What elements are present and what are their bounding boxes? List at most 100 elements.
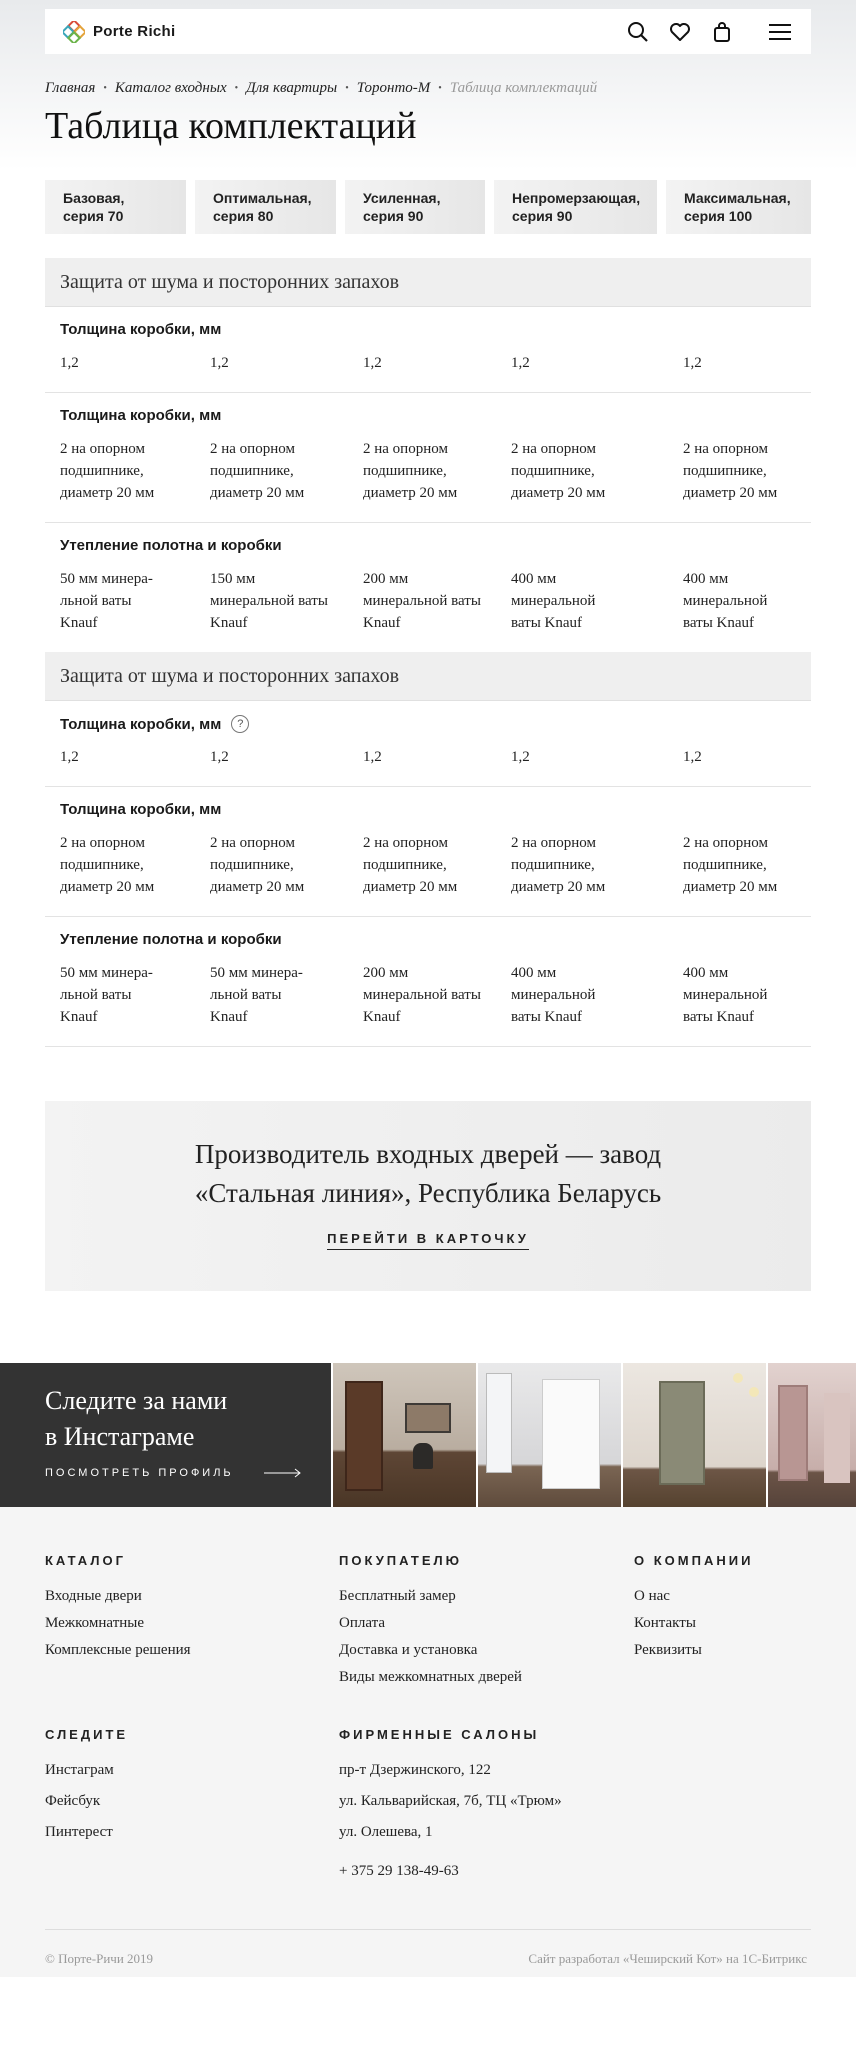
footer-link[interactable]: Пинтерест: [45, 1824, 113, 1841]
logo-icon: [63, 20, 85, 43]
footer-link[interactable]: Инстаграм: [45, 1762, 114, 1779]
tab-series-70[interactable]: Базовая, серия 70: [45, 180, 186, 234]
site-footer: КАТАЛОГ Входные двери Межкомнатные Компл…: [0, 1507, 856, 1977]
table-cell: 200 мм минеральной ваты Knauf: [363, 571, 481, 631]
table-cell: 2 на опорном подшипнике, диаметр 20 мм: [511, 835, 606, 895]
footer-heading-salons: ФИРМЕННЫЕ САЛОНЫ: [339, 1727, 540, 1742]
row-title: Толщина коробки, мм ?: [60, 715, 250, 733]
instagram-promo: Следите за нами в Инстаграме ПОСМОТРЕТЬ …: [0, 1363, 331, 1507]
footer-link[interactable]: пр-т Дзержинского, 122: [339, 1762, 491, 1779]
logo[interactable]: Porte Richi: [63, 20, 176, 43]
breadcrumb-current: Таблица комплектаций: [449, 80, 598, 96]
table-cell: 2 на опорном подшипнике, диаметр 20 мм: [683, 441, 778, 501]
arrow-right-icon: [263, 1468, 301, 1478]
search-icon[interactable]: [627, 21, 649, 43]
table-cell: 1,2: [511, 749, 530, 765]
developer-credit[interactable]: Сайт разработал «Чеширский Кот» на 1С-Би…: [528, 1951, 807, 1967]
footer-link[interactable]: ул. Олешева, 1: [339, 1824, 433, 1841]
footer-heading-catalog: КАТАЛОГ: [45, 1553, 126, 1568]
brand-name: Porte Richi: [93, 23, 176, 40]
section-title: Защита от шума и посторонних запахов: [45, 652, 811, 701]
footer-link[interactable]: Фейсбук: [45, 1793, 100, 1810]
footer-link[interactable]: Бесплатный замер: [339, 1588, 456, 1605]
breadcrumb-catalog[interactable]: Каталог входных: [115, 80, 227, 97]
row-title: Утепление полотна и коробки: [60, 537, 282, 554]
table-cell: 400 мм минеральной ваты Knauf: [683, 571, 768, 631]
footer-link[interactable]: Доставка и установка: [339, 1642, 477, 1659]
view-profile-link[interactable]: ПОСМОТРЕТЬ ПРОФИЛЬ: [45, 1467, 302, 1479]
footer-heading-follow: СЛЕДИТЕ: [45, 1727, 129, 1742]
table-cell: 2 на опорном подшипнике, диаметр 20 мм: [363, 441, 458, 501]
tab-series-80[interactable]: Оптимальная, серия 80: [195, 180, 336, 234]
table-cell: 2 на опорном подшипнике, диаметр 20 мм: [511, 441, 606, 501]
table-cell: 2 на опорном подшипнике, диаметр 20 мм: [210, 441, 305, 501]
table-cell: 1,2: [60, 749, 79, 765]
table-row: Утепление полотна и коробки 50 мм минера…: [45, 523, 811, 652]
section-title: Защита от шума и посторонних запахов: [45, 258, 811, 307]
footer-heading-company: О КОМПАНИИ: [634, 1553, 754, 1568]
table-cell: 200 мм минеральной ваты Knauf: [363, 965, 481, 1025]
breadcrumb-apartment[interactable]: Для квартиры: [246, 80, 337, 97]
footer-link[interactable]: Межкомнатные: [45, 1615, 144, 1632]
table-cell: 150 мм минеральной ваты Knauf: [210, 571, 328, 631]
table-row: Толщина коробки, мм 2 на опорном подшипни…: [45, 393, 811, 523]
breadcrumb-product[interactable]: Торонто-М: [357, 80, 431, 97]
table-cell: 400 мм минеральной ваты Knauf: [683, 965, 768, 1025]
table-row: Толщина коробки, мм ? 1,2 1,2 1,2 1,2 1,…: [45, 701, 811, 787]
instagram-photo[interactable]: [621, 1363, 766, 1507]
table-cell: 50 мм минера-льной ваты Knauf: [210, 965, 303, 1025]
instagram-photo[interactable]: [476, 1363, 621, 1507]
footer-link[interactable]: Реквизиты: [634, 1642, 702, 1659]
footer-heading-buyer: ПОКУПАТЕЛЮ: [339, 1553, 463, 1568]
table-cell: 1,2: [683, 355, 702, 371]
footer-link[interactable]: Оплата: [339, 1615, 385, 1632]
divider: [45, 1929, 811, 1930]
tab-series-90-frostproof[interactable]: Непромерзающая, серия 90: [494, 180, 657, 234]
heart-icon[interactable]: [669, 21, 691, 43]
table-cell: 2 на опорном подшипнике, диаметр 20 мм: [683, 835, 778, 895]
table-cell: 400 мм минеральной ваты Knauf: [511, 571, 596, 631]
series-tabs: Базовая, серия 70 Оптимальная, серия 80 Ус…: [45, 180, 811, 234]
table-cell: 1,2: [363, 355, 382, 371]
table-row: Толщина коробки, мм 1,2 1,2 1,2 1,2 1,2: [45, 307, 811, 393]
go-to-card-link[interactable]: ПЕРЕЙТИ В КАРТОЧКУ: [327, 1231, 529, 1250]
manufacturer-promo: Производитель входных дверей — завод «Ст…: [45, 1101, 811, 1291]
copyright: © Порте-Ричи 2019: [45, 1951, 154, 1966]
instagram-photo[interactable]: [331, 1363, 476, 1507]
table-cell: 2 на опорном подшипнике, диаметр 20 мм: [363, 835, 458, 895]
row-title: Толщина коробки, мм: [60, 801, 222, 818]
site-header: Porte Richi: [45, 9, 811, 54]
footer-link[interactable]: Контакты: [634, 1615, 696, 1632]
table-cell: 1,2: [683, 749, 702, 765]
footer-link[interactable]: Виды межкомнатных дверей: [339, 1669, 522, 1686]
row-title: Толщина коробки, мм: [60, 407, 222, 424]
table-cell: 50 мм минера-льной ваты Knauf: [60, 965, 153, 1025]
instagram-title: Следите за нами в Инстаграме: [45, 1386, 228, 1451]
table-cell: 2 на опорном подшипнике, диаметр 20 мм: [210, 835, 305, 895]
table-row: Толщина коробки, мм 2 на опорном подшипни…: [45, 787, 811, 917]
instagram-photo[interactable]: [766, 1363, 856, 1507]
footer-link[interactable]: О нас: [634, 1588, 670, 1605]
help-icon[interactable]: ?: [231, 715, 250, 733]
table-cell: 1,2: [210, 749, 229, 765]
table-cell: 1,2: [363, 749, 382, 765]
page-title: Таблица комплектаций: [45, 105, 417, 147]
menu-icon[interactable]: [767, 21, 793, 43]
instagram-block: Следите за нами в Инстаграме ПОСМОТРЕТЬ …: [0, 1363, 856, 1507]
footer-link[interactable]: Входные двери: [45, 1588, 142, 1605]
breadcrumb: Главная • Каталог входных • Для квартиры…: [45, 80, 598, 97]
footer-link[interactable]: Комплексные решения: [45, 1642, 191, 1659]
footer-link[interactable]: ул. Кальварийская, 7б, ТЦ «Трюм»: [339, 1793, 562, 1810]
table-cell: 50 мм минера-льной ваты Knauf: [60, 571, 153, 631]
footer-phone[interactable]: + 375 29 138-49-63: [339, 1863, 459, 1880]
row-title: Утепление полотна и коробки: [60, 931, 282, 948]
table-row: Утепление полотна и коробки 50 мм минера…: [45, 917, 811, 1047]
promo-title: Производитель входных дверей — завод «Ст…: [194, 1139, 662, 1208]
table-cell: 1,2: [60, 355, 79, 371]
bag-icon[interactable]: [711, 21, 733, 43]
table-cell: 1,2: [210, 355, 229, 371]
tab-series-100[interactable]: Максимальная, серия 100: [666, 180, 811, 234]
breadcrumb-home[interactable]: Главная: [45, 80, 95, 97]
row-title: Толщина коробки, мм: [60, 321, 222, 338]
tab-series-90[interactable]: Усиленная, серия 90: [345, 180, 485, 234]
